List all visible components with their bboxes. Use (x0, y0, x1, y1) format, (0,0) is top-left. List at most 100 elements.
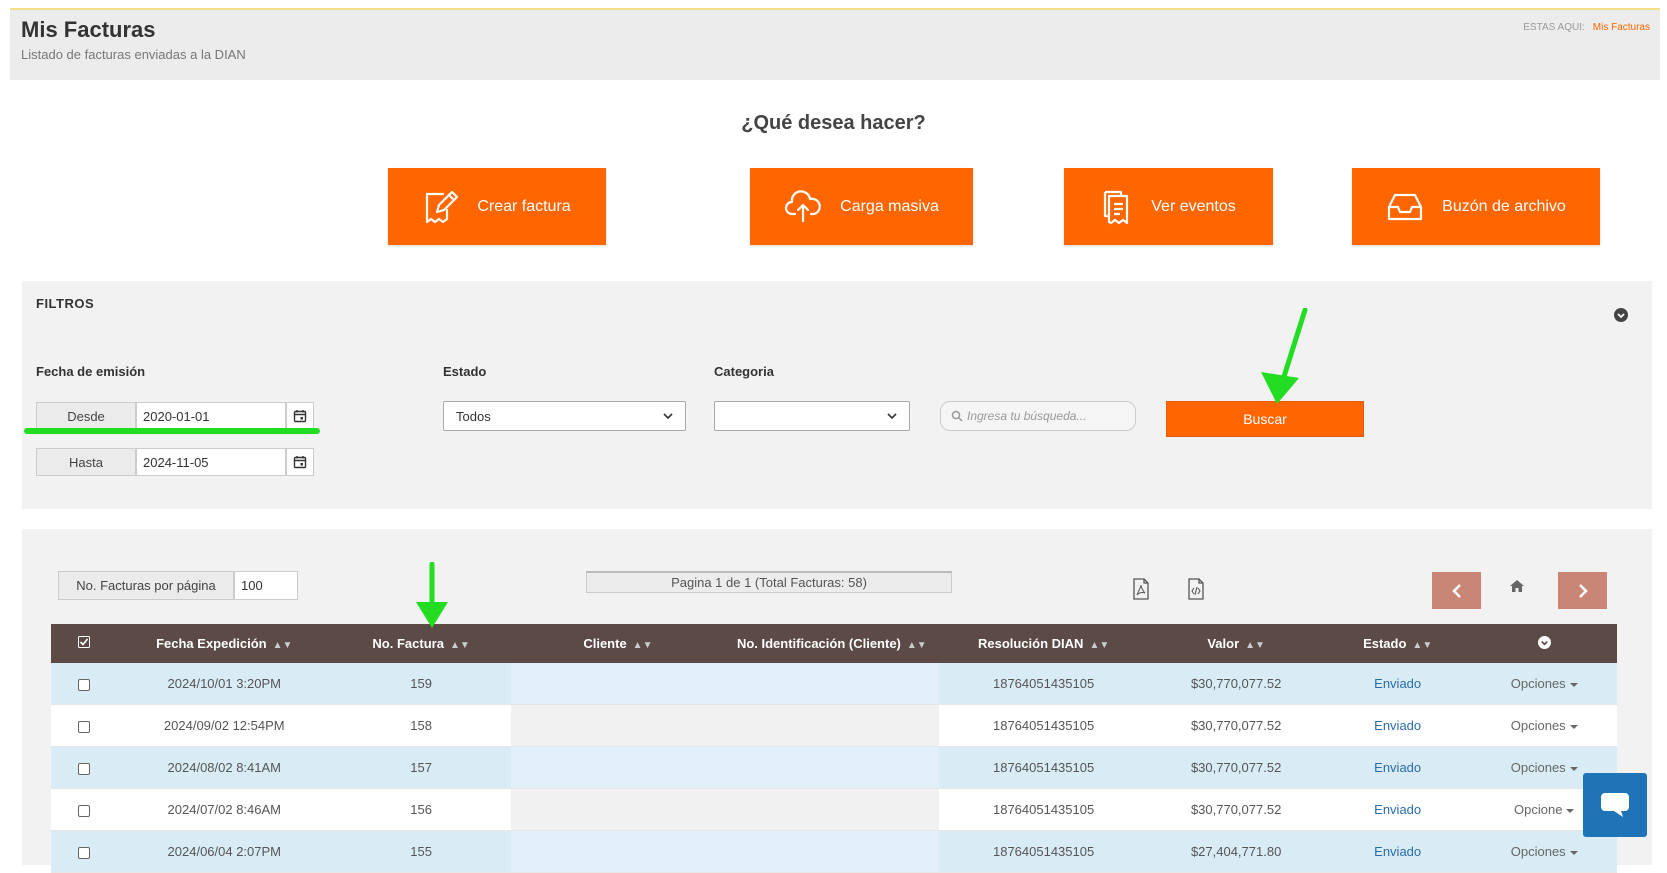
crear-factura-button[interactable]: Crear factura (388, 168, 606, 245)
opciones-dropdown[interactable]: Opciones (1511, 718, 1578, 733)
desde-calendar-button[interactable] (286, 402, 314, 430)
search-input[interactable]: Ingresa tu búsqueda... (940, 401, 1136, 431)
categoria-label: Categoria (714, 364, 774, 379)
checkbox[interactable] (78, 678, 91, 691)
chat-widget-button[interactable] (1583, 773, 1647, 837)
col-estado-label: Estado (1363, 636, 1407, 651)
estado-select[interactable]: Todos (443, 401, 686, 431)
cell-opciones: Opciones (1471, 663, 1617, 705)
table-row[interactable]: 2024/09/02 12:54PM 158 18764051435105 $3… (51, 704, 1617, 747)
breadcrumb-current[interactable]: Mis Facturas (1593, 22, 1650, 33)
col-fecha-header[interactable]: Fecha Expedición ▲▼ (117, 624, 332, 663)
cell-valor: $30,770,077.52 (1148, 663, 1324, 705)
cell-identificacion (724, 663, 939, 705)
desde-date-input[interactable]: 2020-01-01 (136, 402, 286, 430)
estado-link[interactable]: Enviado (1374, 718, 1421, 733)
buzon-archivo-button[interactable]: Buzón de archivo (1352, 168, 1600, 245)
opciones-dropdown[interactable]: Opciones (1511, 844, 1578, 859)
checkbox[interactable] (78, 720, 91, 733)
table-header-row: Fecha Expedición ▲▼ No. Factura ▲▼ Cliente… (51, 624, 1617, 663)
table-row[interactable]: 2024/10/01 3:20PM 159 18764051435105 $30… (51, 663, 1617, 705)
cell-numero: 158 (331, 704, 511, 747)
annotation-arrow (1261, 308, 1308, 404)
columns-menu-header[interactable] (1471, 624, 1617, 663)
col-cliente-header[interactable]: Cliente ▲▼ (510, 624, 725, 663)
question-heading: ¿Qué desea hacer? (741, 112, 926, 134)
cell-numero: 156 (331, 788, 511, 831)
chevron-down-icon (663, 413, 673, 419)
col-valor-header[interactable]: Valor ▲▼ (1148, 624, 1324, 663)
sort-icon: ▲▼ (1245, 640, 1265, 651)
hasta-addon: Hasta (36, 448, 136, 476)
row-checkbox[interactable] (51, 830, 118, 873)
calendar-icon (293, 410, 307, 423)
chevron-down-circle-icon[interactable] (1614, 308, 1628, 322)
sort-icon: ▲▼ (1089, 640, 1110, 651)
checkbox[interactable] (78, 846, 91, 859)
cell-estado: Enviado (1323, 788, 1472, 831)
cell-opciones: Opciones (1471, 704, 1617, 747)
perpage-input[interactable]: 100 (234, 571, 298, 600)
estado-link[interactable]: Enviado (1374, 802, 1421, 817)
opciones-dropdown[interactable]: Opcione (1514, 802, 1574, 817)
col-resolucion-header[interactable]: Resolución DIAN ▲▼ (938, 624, 1149, 663)
cell-numero: 157 (331, 746, 511, 789)
annotation-underline (24, 428, 320, 434)
cell-resolucion: 18764051435105 (938, 663, 1149, 705)
col-identificacion-header[interactable]: No. Identificación (Cliente) ▲▼ (724, 624, 939, 663)
cloud-upload-icon (785, 189, 821, 222)
carga-masiva-label: Carga masiva (840, 197, 939, 215)
chevron-right-icon (1578, 583, 1588, 598)
row-checkbox[interactable] (51, 788, 118, 831)
invoice-edit-icon (426, 190, 459, 223)
estado-label: Estado (443, 364, 487, 379)
estado-link[interactable]: Enviado (1374, 844, 1421, 859)
ver-eventos-button[interactable]: Ver eventos (1064, 168, 1273, 245)
checkbox-checked-icon (78, 636, 91, 648)
prev-page-button[interactable] (1432, 572, 1481, 609)
export-xml-icon[interactable] (1187, 578, 1205, 600)
next-page-button[interactable] (1558, 572, 1607, 609)
cell-estado: Enviado (1323, 830, 1472, 873)
select-all-header[interactable] (51, 624, 118, 663)
carga-masiva-button[interactable]: Carga masiva (750, 168, 973, 245)
chevron-left-icon (1451, 583, 1461, 598)
checkbox[interactable] (78, 762, 91, 775)
cell-fecha: 2024/10/01 3:20PM (117, 663, 332, 705)
cell-cliente (510, 704, 725, 747)
desde-addon: Desde (36, 402, 136, 430)
col-numero-label: No. Factura (372, 636, 444, 651)
col-identificacion-label: No. Identificación (Cliente) (736, 636, 901, 651)
cell-resolucion: 18764051435105 (938, 830, 1149, 873)
calendar-icon (293, 456, 307, 469)
cell-numero: 159 (331, 663, 511, 705)
row-checkbox[interactable] (51, 663, 118, 705)
estado-link[interactable]: Enviado (1374, 760, 1421, 775)
table-row[interactable]: 2024/06/04 2:07PM 155 18764051435105 $27… (51, 830, 1617, 873)
export-pdf-icon[interactable] (1132, 578, 1150, 600)
crear-factura-label: Crear factura (477, 197, 571, 215)
cell-identificacion (724, 704, 939, 747)
cell-fecha: 2024/07/02 8:46AM (117, 788, 332, 831)
hasta-date-input[interactable]: 2024-11-05 (136, 448, 286, 476)
cell-identificacion (724, 746, 939, 789)
opciones-dropdown[interactable]: Opciones (1511, 676, 1578, 691)
home-icon[interactable] (1510, 580, 1524, 592)
buzon-archivo-label: Buzón de archivo (1442, 197, 1566, 215)
estado-link[interactable]: Enviado (1374, 676, 1421, 691)
row-checkbox[interactable] (51, 704, 118, 747)
fecha-emision-label: Fecha de emisión (36, 364, 146, 379)
sort-icon: ▲▼ (272, 640, 293, 651)
table-row[interactable]: 2024/07/02 8:46AM 156 18764051435105 $30… (51, 788, 1617, 831)
page-header: Mis Facturas Listado de facturas enviada… (10, 10, 1660, 80)
cell-fecha: 2024/09/02 12:54PM (117, 704, 332, 747)
table-row[interactable]: 2024/08/02 8:41AM 157 18764051435105 $30… (51, 746, 1617, 789)
categoria-select[interactable] (714, 401, 910, 431)
row-checkbox[interactable] (51, 746, 118, 789)
checkbox[interactable] (78, 804, 91, 817)
annotation-arrow (416, 562, 448, 628)
col-estado-header[interactable]: Estado ▲▼ (1323, 624, 1472, 663)
opciones-dropdown[interactable]: Opciones (1511, 760, 1578, 775)
sort-icon: ▲▼ (1412, 640, 1433, 651)
hasta-calendar-button[interactable] (286, 448, 314, 476)
